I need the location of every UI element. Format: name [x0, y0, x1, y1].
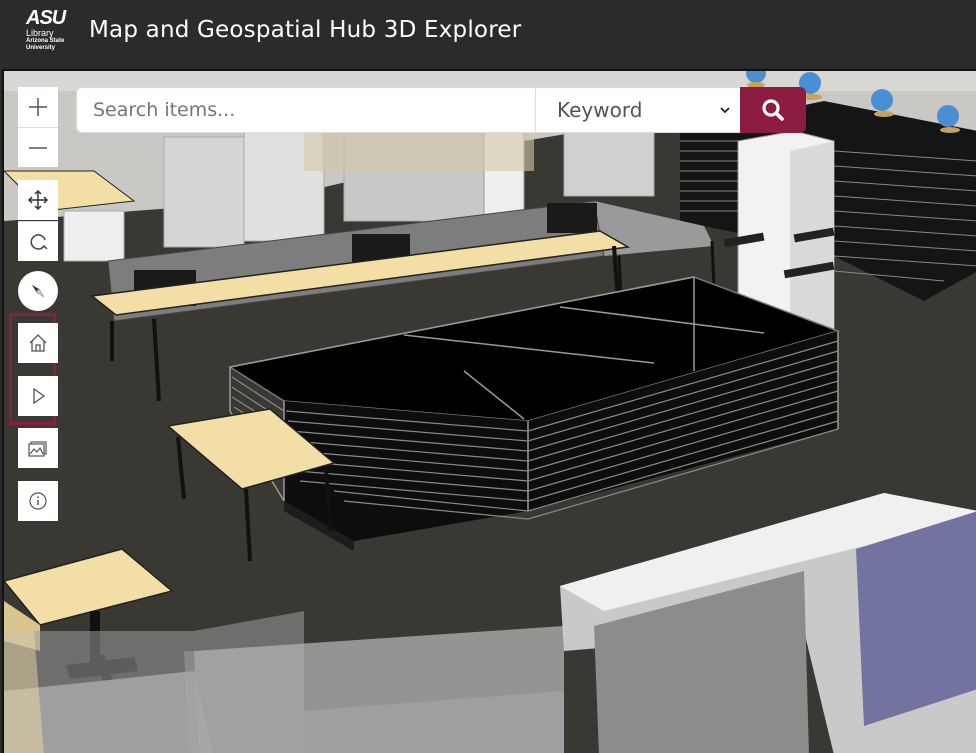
- search-button[interactable]: [740, 87, 806, 133]
- rotate-button[interactable]: [18, 221, 58, 261]
- basemap-gallery-button[interactable]: [18, 428, 58, 468]
- logo-university-line1: Arizona State: [26, 38, 65, 44]
- info-icon: [29, 492, 47, 510]
- pan-icon: [27, 189, 49, 211]
- pan-button[interactable]: [18, 180, 58, 220]
- zoom-in-icon: [29, 98, 47, 116]
- zoom-out-icon: [29, 146, 47, 149]
- page-title: Map and Geospatial Hub 3D Explorer: [89, 17, 522, 43]
- logo-asu-text: ASU: [26, 7, 66, 29]
- search-bar: Keyword: [76, 87, 806, 133]
- zoom-out-button[interactable]: [18, 127, 58, 167]
- asu-library-logo[interactable]: ASU Library Arizona State University: [26, 8, 78, 60]
- zoom-in-button[interactable]: [18, 87, 58, 127]
- 3d-scene-view[interactable]: [2, 69, 976, 753]
- app-header: ASU Library Arizona State University Map…: [0, 0, 976, 68]
- search-icon: [762, 99, 784, 121]
- chevron-down-icon: [720, 107, 730, 114]
- logo-university-line2: University: [26, 45, 56, 51]
- compass-icon: [32, 285, 45, 298]
- compass-button[interactable]: [18, 271, 58, 311]
- search-input[interactable]: [76, 87, 536, 133]
- home-icon: [29, 334, 47, 352]
- rotate-icon: [30, 233, 48, 250]
- info-button[interactable]: [18, 481, 58, 521]
- search-type-select[interactable]: Keyword: [535, 87, 741, 133]
- play-tour-button[interactable]: [18, 376, 58, 416]
- home-button[interactable]: [18, 323, 58, 363]
- basemap-icon: [28, 441, 47, 457]
- play-icon: [33, 387, 46, 405]
- search-type-selected: Keyword: [557, 98, 643, 122]
- 3d-scene-canvas: [4, 71, 976, 753]
- logo-library-text: Library: [26, 28, 54, 38]
